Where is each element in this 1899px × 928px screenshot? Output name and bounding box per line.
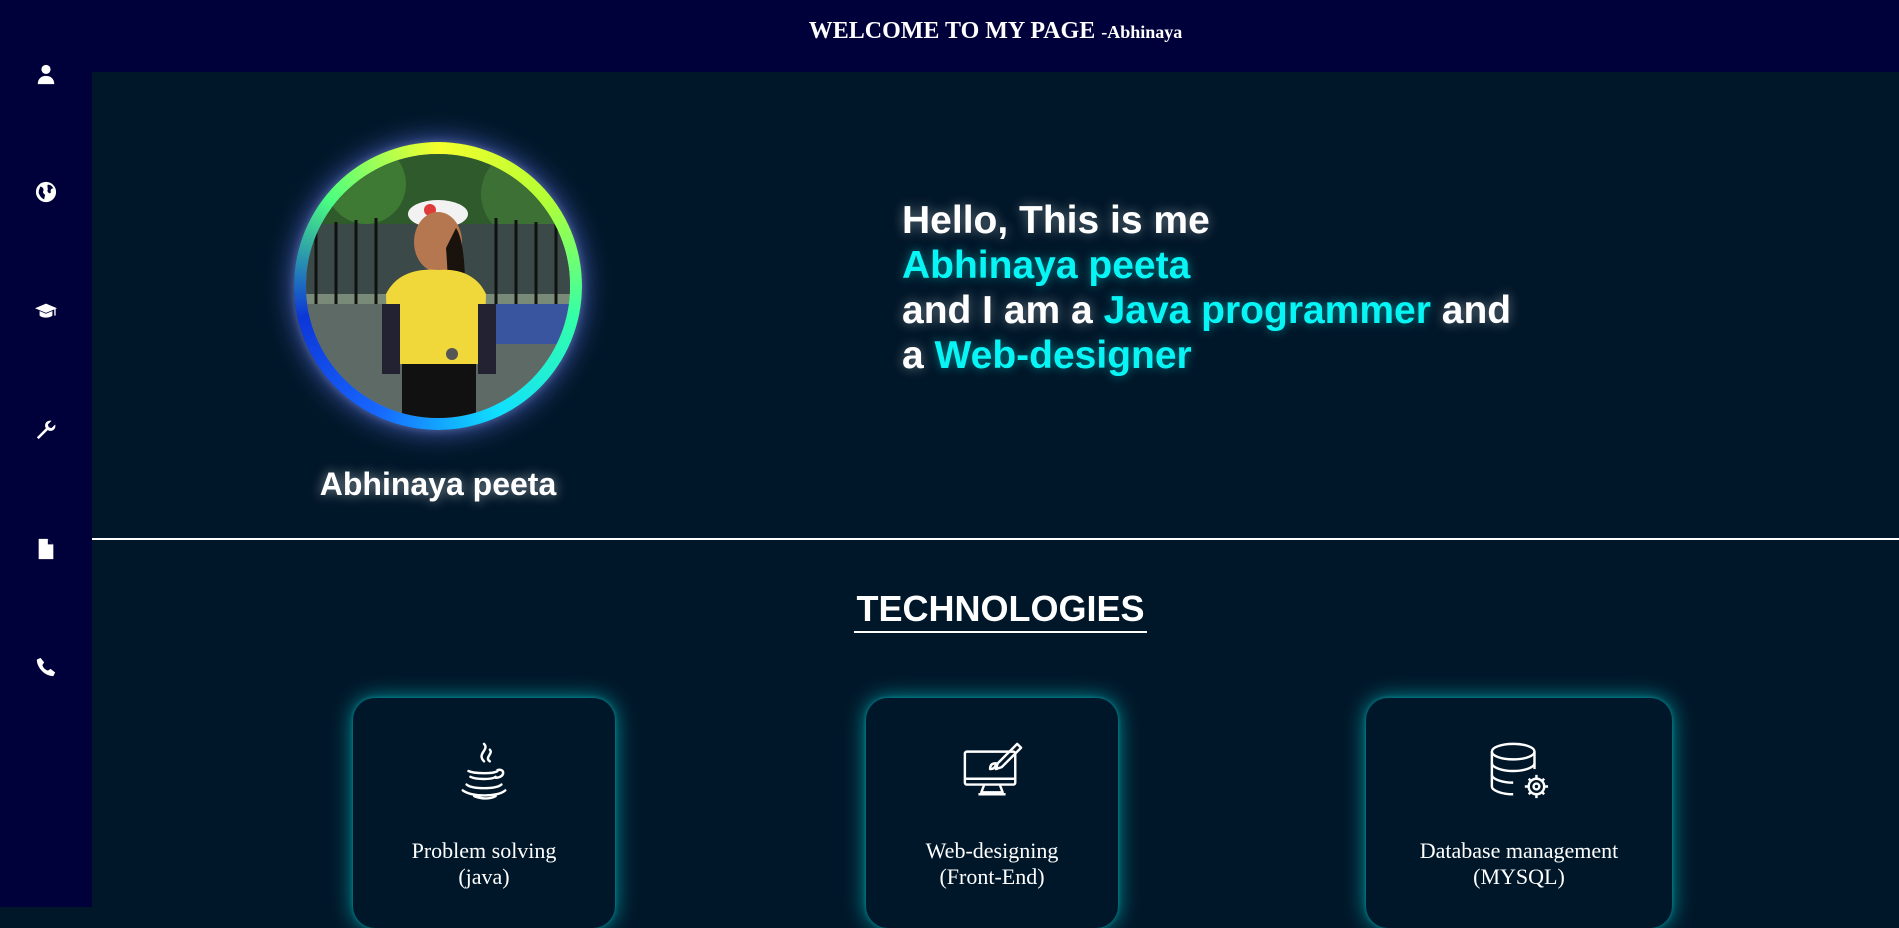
phone-icon[interactable] xyxy=(28,649,64,685)
java-icon xyxy=(353,740,615,800)
tech-card-label: Web-designing (Front-End) xyxy=(866,838,1118,890)
header-title: WELCOME TO MY PAGE xyxy=(808,18,1096,44)
tech-card-web[interactable]: Web-designing (Front-End) xyxy=(866,698,1118,928)
globe-icon[interactable] xyxy=(28,174,64,210)
user-icon[interactable] xyxy=(28,56,64,92)
intro-role-web: Web-designer xyxy=(934,334,1192,377)
tech-card-subtitle: (MYSQL) xyxy=(1473,864,1565,889)
intro-greeting: Hello, This is me xyxy=(902,199,1210,242)
file-icon[interactable] xyxy=(28,531,64,567)
intro-a: a xyxy=(902,334,924,377)
intro-role-line: and I am a Java programmer and xyxy=(902,288,1622,333)
technologies-heading: TECHNOLOGIES xyxy=(92,588,1899,633)
intro-role-java: Java programmer xyxy=(1103,289,1431,332)
intro-and-i-am: and I am a xyxy=(902,289,1093,332)
intro-and: and xyxy=(1441,289,1512,332)
intro-name: Abhinaya peeta xyxy=(902,244,1191,287)
graduation-cap-icon[interactable] xyxy=(28,293,64,329)
profile-photo xyxy=(306,154,570,418)
technologies-title: TECHNOLOGIES xyxy=(854,588,1147,633)
tech-card-database[interactable]: Database management (MYSQL) xyxy=(1366,698,1672,928)
tech-card-title: Database management xyxy=(1419,838,1619,863)
intro-text: Hello, This is me Abhinaya peeta and I a… xyxy=(902,198,1622,378)
tech-card-java[interactable]: Problem solving (java) xyxy=(353,698,615,928)
profile-name: Abhinaya peeta xyxy=(319,466,557,502)
tech-card-label: Database management (MYSQL) xyxy=(1366,838,1672,890)
database-icon xyxy=(1366,740,1672,800)
hero-section: Abhinaya peeta Hello, This is me Abhinay… xyxy=(92,72,1899,539)
tech-card-subtitle: (java) xyxy=(458,864,510,889)
tech-card-title: Problem solving xyxy=(411,838,557,863)
header-subtitle: -Abhinaya xyxy=(1101,22,1183,42)
web-design-icon xyxy=(866,740,1118,800)
page-title: WELCOME TO MY PAGE -Abhinaya xyxy=(92,18,1899,45)
section-divider xyxy=(92,538,1899,540)
sidebar xyxy=(0,0,92,907)
tech-card-title: Web-designing xyxy=(925,838,1059,863)
intro-role-line-2: a Web-designer xyxy=(902,333,1622,378)
profile-photo-frame xyxy=(294,142,582,430)
tech-card-subtitle: (Front-End) xyxy=(939,864,1045,889)
tech-card-label: Problem solving (java) xyxy=(353,838,615,890)
header-bar: WELCOME TO MY PAGE -Abhinaya xyxy=(92,0,1899,72)
wrench-icon[interactable] xyxy=(28,412,64,448)
